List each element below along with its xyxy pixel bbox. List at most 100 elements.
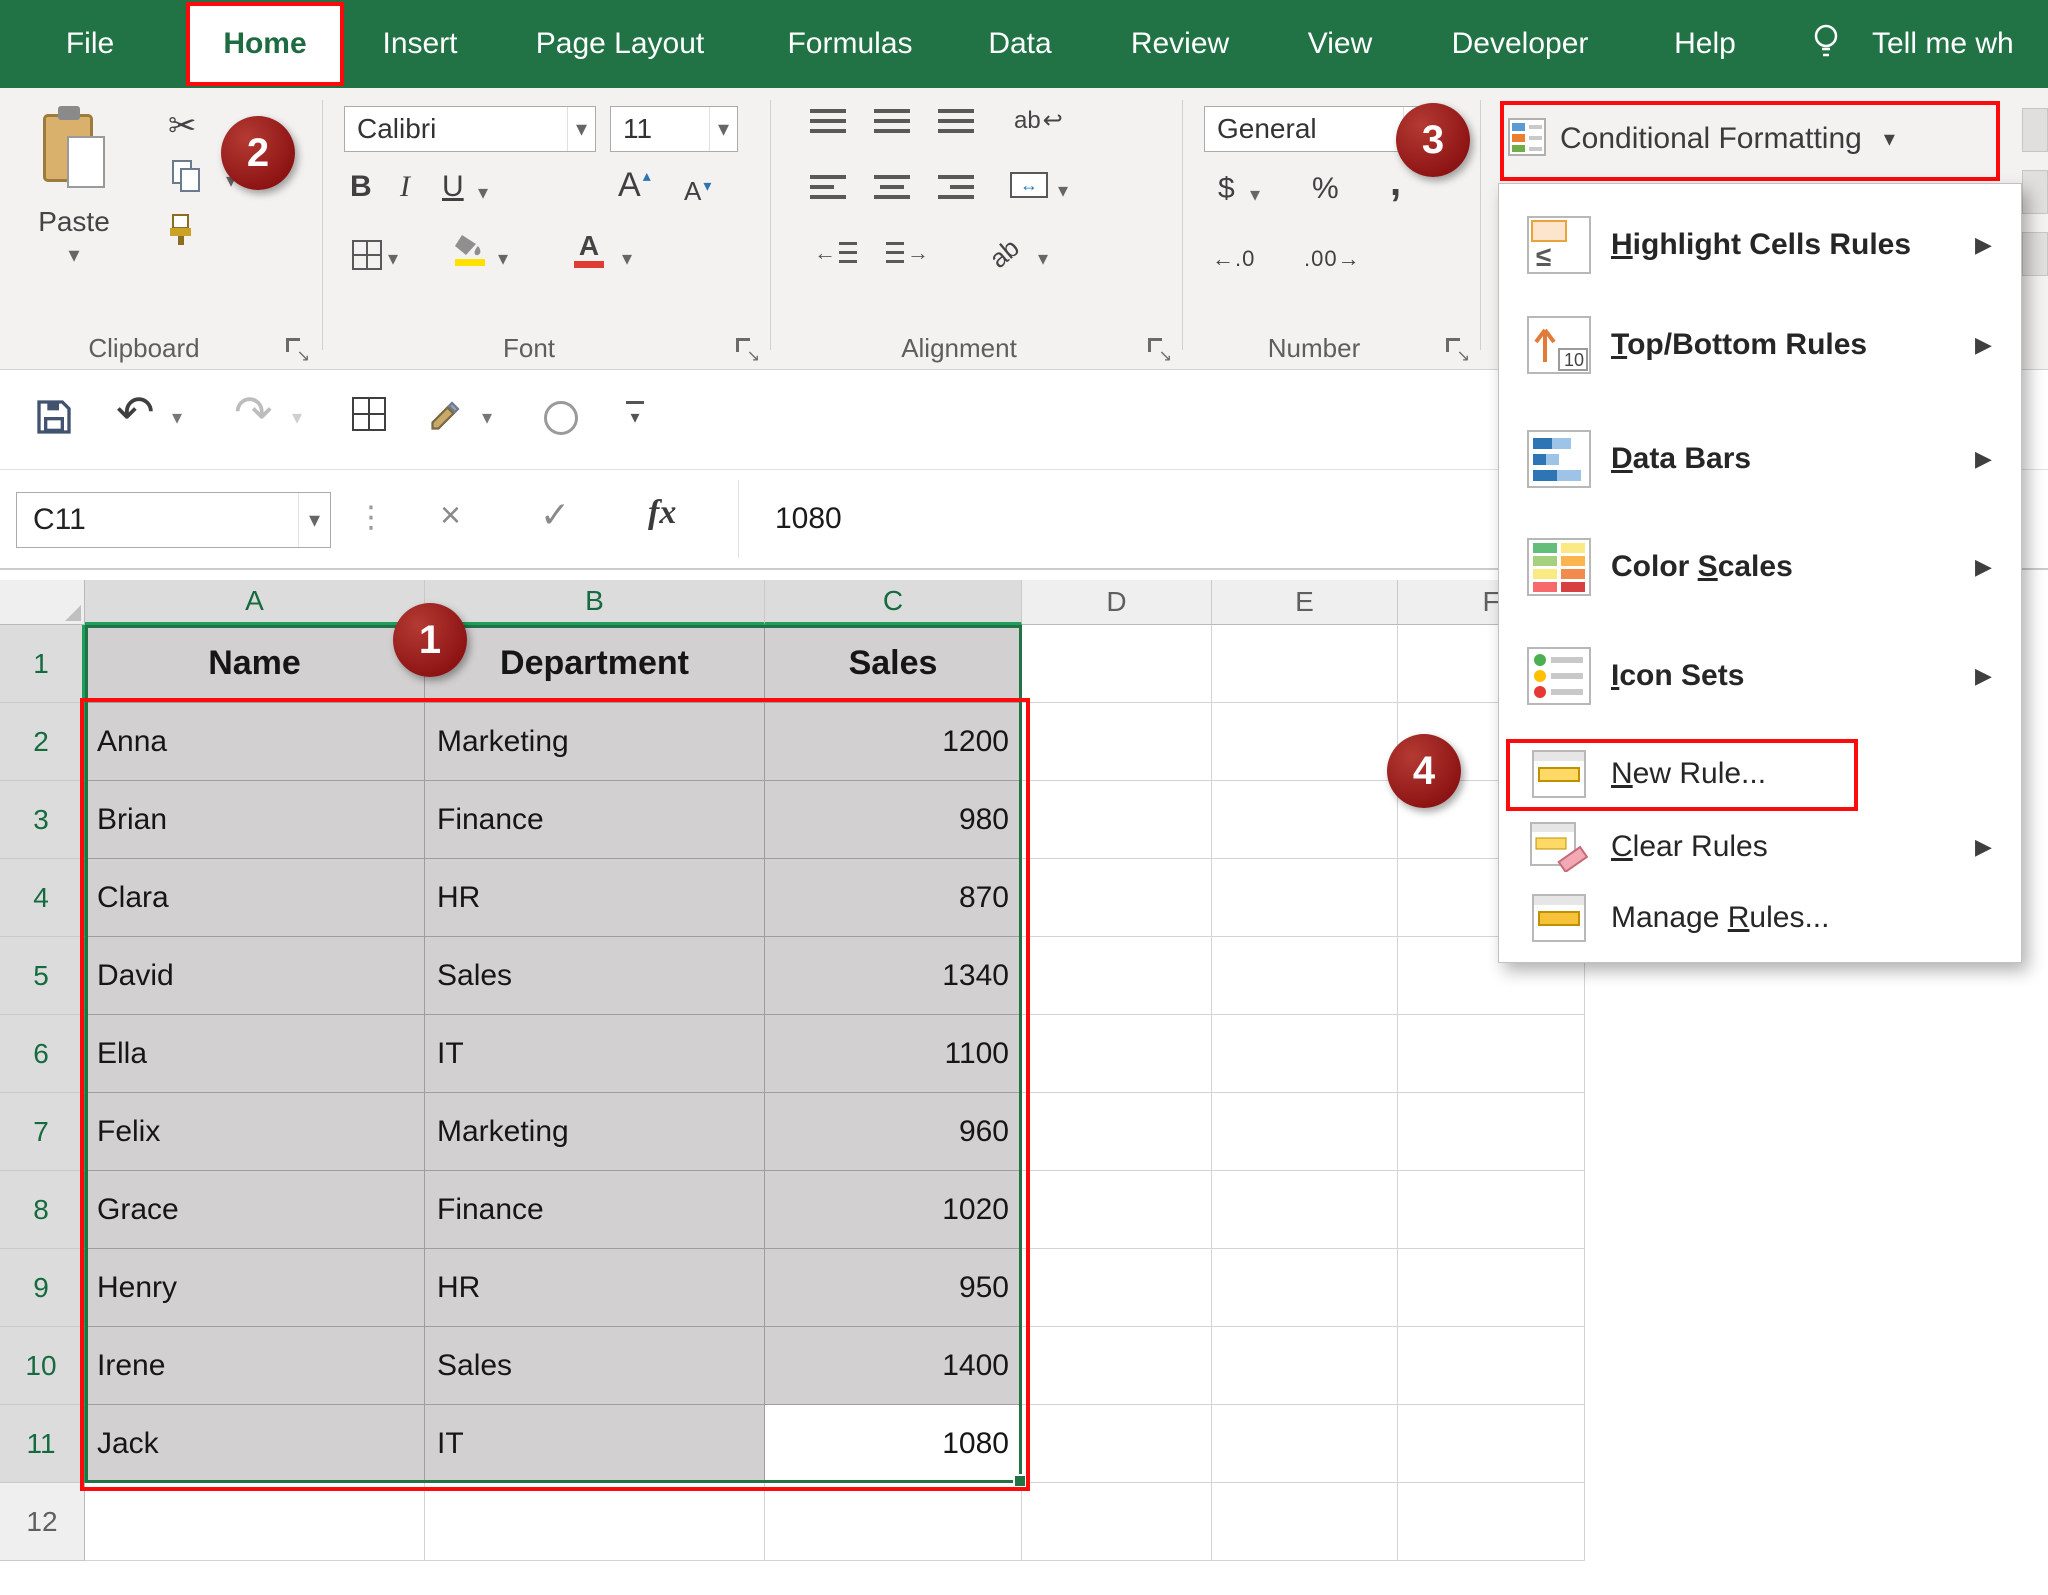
cell-E5[interactable]: [1212, 937, 1398, 1015]
cell-C9[interactable]: 950: [765, 1249, 1022, 1327]
cf-menu-item-highlight-cells-rules[interactable]: ≤ Highlight Cells Rules ▶: [1501, 194, 2019, 296]
cell-A7[interactable]: Felix: [85, 1093, 425, 1171]
column-header-C[interactable]: C: [765, 580, 1022, 625]
tab-view[interactable]: View: [1285, 0, 1395, 88]
number-dialog-launcher-icon[interactable]: [1446, 338, 1468, 360]
cell-E2[interactable]: [1212, 703, 1398, 781]
align-center-icon[interactable]: [874, 172, 910, 202]
bold-button[interactable]: B: [350, 170, 372, 204]
cell-D8[interactable]: [1022, 1171, 1212, 1249]
cell-E12[interactable]: [1212, 1483, 1398, 1561]
tab-review[interactable]: Review: [1110, 0, 1250, 88]
cell-F11[interactable]: [1398, 1405, 1585, 1483]
cf-menu-item-new-rule[interactable]: New Rule...: [1501, 738, 2019, 810]
clipboard-dialog-launcher-icon[interactable]: [286, 338, 308, 360]
cf-menu-item-top-bottom-rules[interactable]: 10 Top/Bottom Rules ▶: [1501, 296, 2019, 394]
row-header-11[interactable]: 11: [0, 1405, 85, 1483]
column-header-E[interactable]: E: [1212, 580, 1398, 625]
cell-C5[interactable]: 1340: [765, 937, 1022, 1015]
cell-F9[interactable]: [1398, 1249, 1585, 1327]
copy-icon[interactable]: [172, 160, 208, 196]
comma-style-button[interactable]: ,: [1390, 160, 1401, 205]
cell-F6[interactable]: [1398, 1015, 1585, 1093]
format-painter-icon[interactable]: [166, 214, 196, 251]
paste-button[interactable]: Paste ▾: [18, 100, 130, 330]
align-bottom-icon[interactable]: [938, 106, 974, 136]
cell-F12[interactable]: [1398, 1483, 1585, 1561]
cell-B10[interactable]: Sales: [425, 1327, 765, 1405]
row-header-2[interactable]: 2: [0, 703, 85, 781]
accounting-format-button[interactable]: $: [1218, 172, 1235, 206]
cell-A2[interactable]: Anna: [85, 703, 425, 781]
cell-E4[interactable]: [1212, 859, 1398, 937]
borders-dropdown-icon[interactable]: ▾: [388, 246, 398, 271]
tell-me-box[interactable]: Tell me wh: [1872, 0, 2048, 88]
cell-B7[interactable]: Marketing: [425, 1093, 765, 1171]
cell-C8[interactable]: 1020: [765, 1171, 1022, 1249]
row-header-5[interactable]: 5: [0, 937, 85, 1015]
increase-decimal-button[interactable]: ←.0: [1212, 246, 1255, 272]
cell-D1[interactable]: [1022, 625, 1212, 703]
font-size-dropdown-icon[interactable]: ▾: [709, 107, 737, 151]
row-header-9[interactable]: 9: [0, 1249, 85, 1327]
cell-D9[interactable]: [1022, 1249, 1212, 1327]
increase-font-size-button[interactable]: A▴: [618, 166, 651, 205]
fill-color-dropdown-icon[interactable]: ▾: [498, 246, 508, 271]
name-box[interactable]: C11 ▾: [16, 492, 331, 548]
percent-style-button[interactable]: %: [1312, 172, 1339, 206]
align-right-icon[interactable]: [938, 172, 974, 202]
underline-dropdown-icon[interactable]: ▾: [478, 180, 488, 205]
cell-B9[interactable]: HR: [425, 1249, 765, 1327]
font-name-dropdown-icon[interactable]: ▾: [567, 107, 595, 151]
align-left-icon[interactable]: [810, 172, 846, 202]
cancel-icon[interactable]: ×: [440, 494, 461, 536]
cell-E8[interactable]: [1212, 1171, 1398, 1249]
grid-borders-button[interactable]: [352, 397, 386, 431]
cell-B12[interactable]: [425, 1483, 765, 1561]
cell-B3[interactable]: Finance: [425, 781, 765, 859]
cell-D4[interactable]: [1022, 859, 1212, 937]
row-header-12[interactable]: 12: [0, 1483, 85, 1561]
column-header-D[interactable]: D: [1022, 580, 1212, 625]
fill-handle[interactable]: [1013, 1474, 1027, 1488]
wrap-text-icon[interactable]: ab↩: [1014, 106, 1063, 135]
cell-D10[interactable]: [1022, 1327, 1212, 1405]
cell-A8[interactable]: Grace: [85, 1171, 425, 1249]
cell-C1[interactable]: Sales: [765, 625, 1022, 703]
cell-B6[interactable]: IT: [425, 1015, 765, 1093]
decrease-indent-icon[interactable]: ←: [814, 240, 857, 266]
align-middle-icon[interactable]: [874, 106, 910, 136]
cell-E7[interactable]: [1212, 1093, 1398, 1171]
qat-overflow-button[interactable]: ▾: [626, 401, 644, 428]
column-header-B[interactable]: B: [425, 580, 765, 625]
cell-A12[interactable]: [85, 1483, 425, 1561]
insert-function-icon[interactable]: fx: [648, 494, 676, 532]
cell-D5[interactable]: [1022, 937, 1212, 1015]
conditional-formatting-button[interactable]: Conditional Formatting ▾: [1508, 110, 1895, 168]
select-all-corner[interactable]: [0, 580, 85, 625]
row-header-6[interactable]: 6: [0, 1015, 85, 1093]
tab-home[interactable]: Home: [190, 4, 340, 84]
cell-D6[interactable]: [1022, 1015, 1212, 1093]
cell-D2[interactable]: [1022, 703, 1212, 781]
cell-A4[interactable]: Clara: [85, 859, 425, 937]
cell-A3[interactable]: Brian: [85, 781, 425, 859]
font-name-combo[interactable]: Calibri ▾: [344, 106, 596, 152]
row-header-10[interactable]: 10: [0, 1327, 85, 1405]
enter-icon[interactable]: ✓: [540, 494, 570, 536]
font-dialog-launcher-icon[interactable]: [736, 338, 758, 360]
cell-E10[interactable]: [1212, 1327, 1398, 1405]
cell-E1[interactable]: [1212, 625, 1398, 703]
row-header-7[interactable]: 7: [0, 1093, 85, 1171]
column-header-A[interactable]: A: [85, 580, 425, 625]
cell-A9[interactable]: Henry: [85, 1249, 425, 1327]
cell-B5[interactable]: Sales: [425, 937, 765, 1015]
orientation-dropdown-icon[interactable]: ▾: [1038, 246, 1048, 271]
cell-D3[interactable]: [1022, 781, 1212, 859]
tab-help[interactable]: Help: [1650, 0, 1760, 88]
font-color-icon[interactable]: A: [574, 232, 604, 268]
cell-C3[interactable]: 980: [765, 781, 1022, 859]
alignment-dialog-launcher-icon[interactable]: [1148, 338, 1170, 360]
cell-A5[interactable]: David: [85, 937, 425, 1015]
decrease-decimal-button[interactable]: .00→: [1304, 246, 1361, 272]
